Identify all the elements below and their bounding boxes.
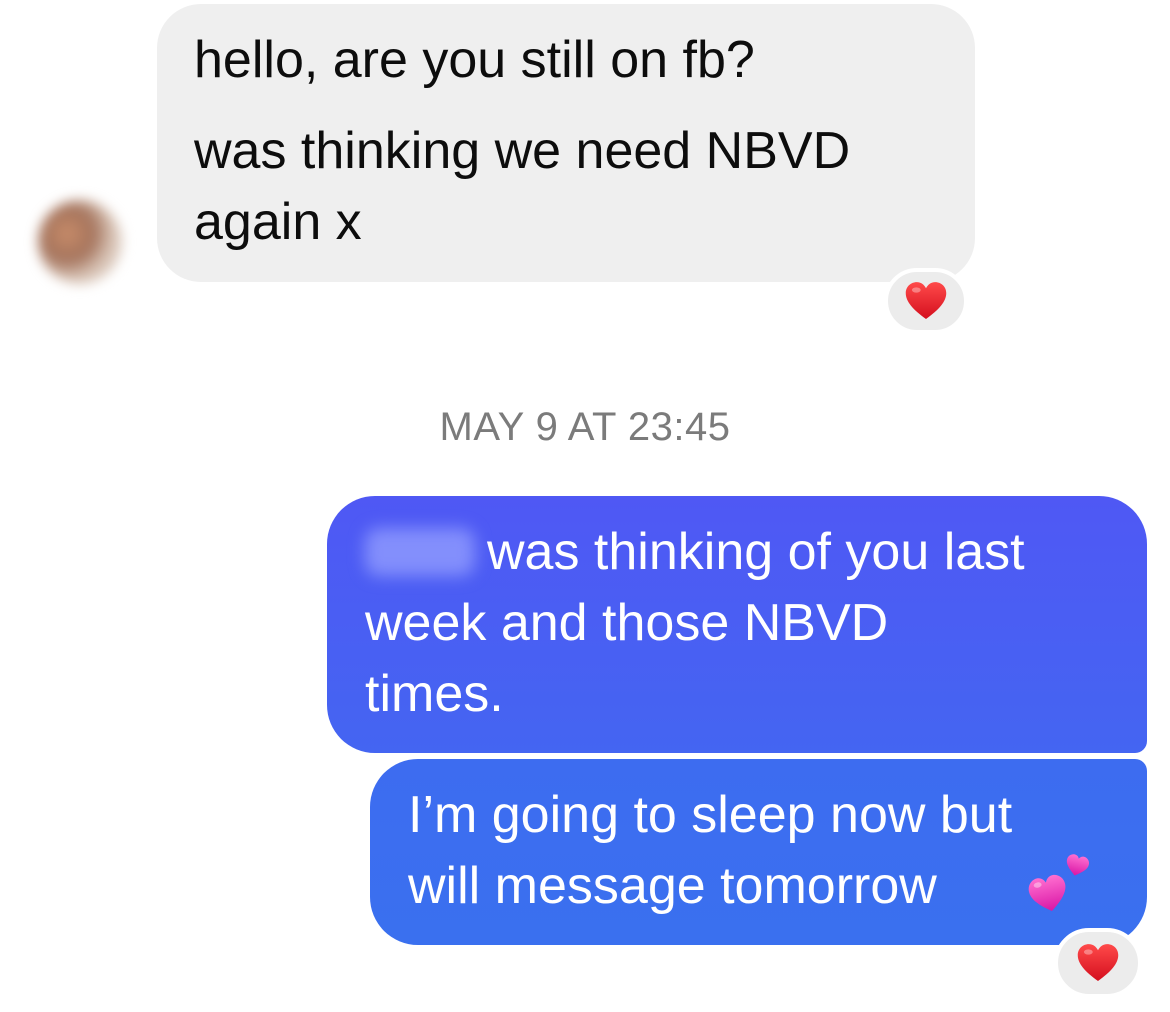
incoming-message-line-1: hello, are you still on fb? <box>194 31 755 89</box>
outgoing-message-line: times. <box>365 665 504 723</box>
outgoing-message-line: was thinking of you last <box>487 523 1025 581</box>
redacted-name <box>365 528 475 576</box>
incoming-message-line-2: was thinking we need NBVD <box>194 122 851 180</box>
outgoing-message-line: week and those NBVD <box>365 594 889 652</box>
outgoing-message-line: will message tomorrow <box>408 857 937 915</box>
two-hearts-icon <box>1028 854 1090 911</box>
message-reaction-chip[interactable] <box>884 268 968 334</box>
outgoing-message-line: I’m going to sleep now but <box>408 786 1013 844</box>
red-heart-icon <box>905 282 947 320</box>
message-timestamp: MAY 9 AT 23:45 <box>439 405 731 449</box>
incoming-message-line-3: again x <box>194 193 362 251</box>
message-reaction-chip[interactable] <box>1054 928 1142 998</box>
avatar[interactable] <box>38 200 122 284</box>
red-heart-icon <box>1077 944 1119 982</box>
